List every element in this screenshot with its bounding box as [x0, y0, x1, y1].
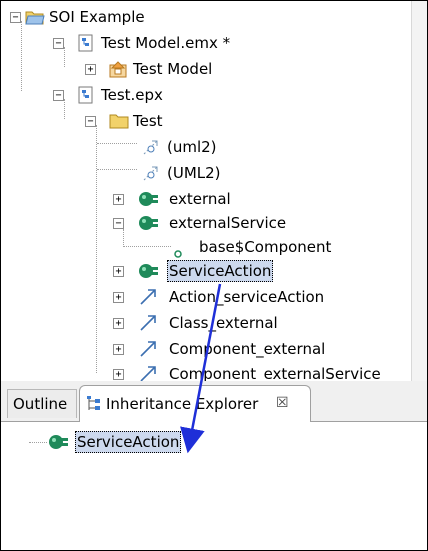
tree-item-component-external[interactable]: + Component_external — [1, 337, 401, 361]
tree-item-test-epx[interactable]: − Test.epx — [1, 83, 401, 107]
tree-item-external-service[interactable]: − externalService — [1, 211, 401, 235]
profile-link-icon — [141, 164, 161, 189]
collapse-toggle[interactable]: − — [53, 90, 64, 101]
tree-item-label: (uml2) — [167, 138, 217, 156]
expand-toggle[interactable]: + — [113, 292, 124, 303]
tree-item-external[interactable]: + external — [1, 187, 401, 211]
component-icon — [137, 262, 159, 287]
tab-outline[interactable]: Outline — [7, 389, 77, 418]
tree-item-label: Test Model.emx * — [101, 34, 231, 52]
tree-item-label: Test.epx — [101, 86, 163, 104]
tree-item-test-folder[interactable]: − Test — [1, 109, 401, 133]
tree-item-label: ServiceAction — [167, 260, 274, 282]
component-icon — [47, 433, 69, 458]
tree-item-class-external[interactable]: + Class_external — [1, 311, 401, 335]
tree-item-component-external-service[interactable]: + Component_externalService — [1, 362, 401, 381]
tree-item-label: Action_serviceAction — [169, 288, 325, 306]
tree-item-label: (UML2) — [167, 164, 221, 182]
tree-item-soi-example[interactable]: − SOI Example — [1, 5, 401, 29]
tree-item-label: Component_externalService — [169, 365, 381, 381]
view-tab-bar: Outline Inheritance Explorer ☒ — [1, 381, 427, 422]
project-explorer-tree[interactable]: − SOI Example − Test Model.emx * + Test … — [1, 1, 411, 381]
expand-toggle[interactable]: + — [85, 64, 96, 75]
hierarchy-icon — [86, 394, 102, 422]
model-file-icon — [77, 86, 95, 111]
tree-item-test-model-emx[interactable]: − Test Model.emx * — [1, 31, 401, 55]
tree-item-label: Component_external — [169, 340, 326, 358]
dependency-arrow-icon — [139, 314, 159, 339]
expand-toggle[interactable]: + — [113, 344, 124, 355]
collapse-toggle[interactable]: − — [85, 116, 96, 127]
tree-item-label: Test — [133, 112, 163, 130]
expand-toggle[interactable]: + — [113, 266, 124, 277]
tree-item-uml2-upper[interactable]: (UML2) — [1, 161, 401, 185]
project-folder-icon — [25, 8, 45, 33]
model-file-icon — [77, 34, 95, 59]
tree-item-label: base$Component — [199, 238, 332, 256]
collapse-toggle[interactable]: − — [113, 218, 124, 229]
tree-item-test-model[interactable]: + Test Model — [1, 57, 401, 81]
inheritance-explorer-view: Outline Inheritance Explorer ☒ ServiceAc… — [1, 381, 427, 550]
tab-inheritance-explorer[interactable]: Inheritance Explorer ☒ — [79, 385, 311, 422]
tree-item-label: Test Model — [133, 60, 213, 78]
tree-item-label: Class_external — [169, 314, 278, 332]
dependency-arrow-icon — [139, 288, 159, 313]
tree-item-service-action[interactable]: + ServiceAction — [1, 259, 401, 283]
collapse-toggle[interactable]: − — [53, 38, 64, 49]
vertical-scrollbar[interactable] — [411, 1, 427, 381]
tree-item-base-component[interactable]: base$Component — [1, 235, 401, 259]
tree-item-action-service-action[interactable]: + Action_serviceAction — [1, 285, 401, 309]
inheritance-item-service-action[interactable]: ServiceAction — [1, 430, 301, 454]
close-tab-icon[interactable]: ☒ — [276, 389, 289, 417]
collapse-toggle[interactable]: − — [10, 12, 21, 23]
dependency-arrow-icon — [139, 365, 159, 381]
tree-item-label: SOI Example — [49, 8, 145, 26]
tree-item-uml2-lower[interactable]: (uml2) — [1, 135, 401, 159]
expand-toggle[interactable]: + — [113, 318, 124, 329]
tree-item-label: ServiceAction — [75, 431, 182, 453]
tab-label: Inheritance Explorer — [106, 395, 259, 413]
model-package-icon — [109, 60, 127, 85]
window-frame: − SOI Example − Test Model.emx * + Test … — [0, 0, 428, 551]
folder-icon — [109, 112, 129, 137]
expand-toggle[interactable]: + — [113, 369, 124, 380]
profile-link-icon — [141, 138, 161, 163]
expand-toggle[interactable]: + — [113, 194, 124, 205]
tree-item-label: externalService — [169, 214, 287, 232]
tree-item-label: external — [169, 190, 231, 208]
tab-label: Outline — [13, 395, 68, 413]
